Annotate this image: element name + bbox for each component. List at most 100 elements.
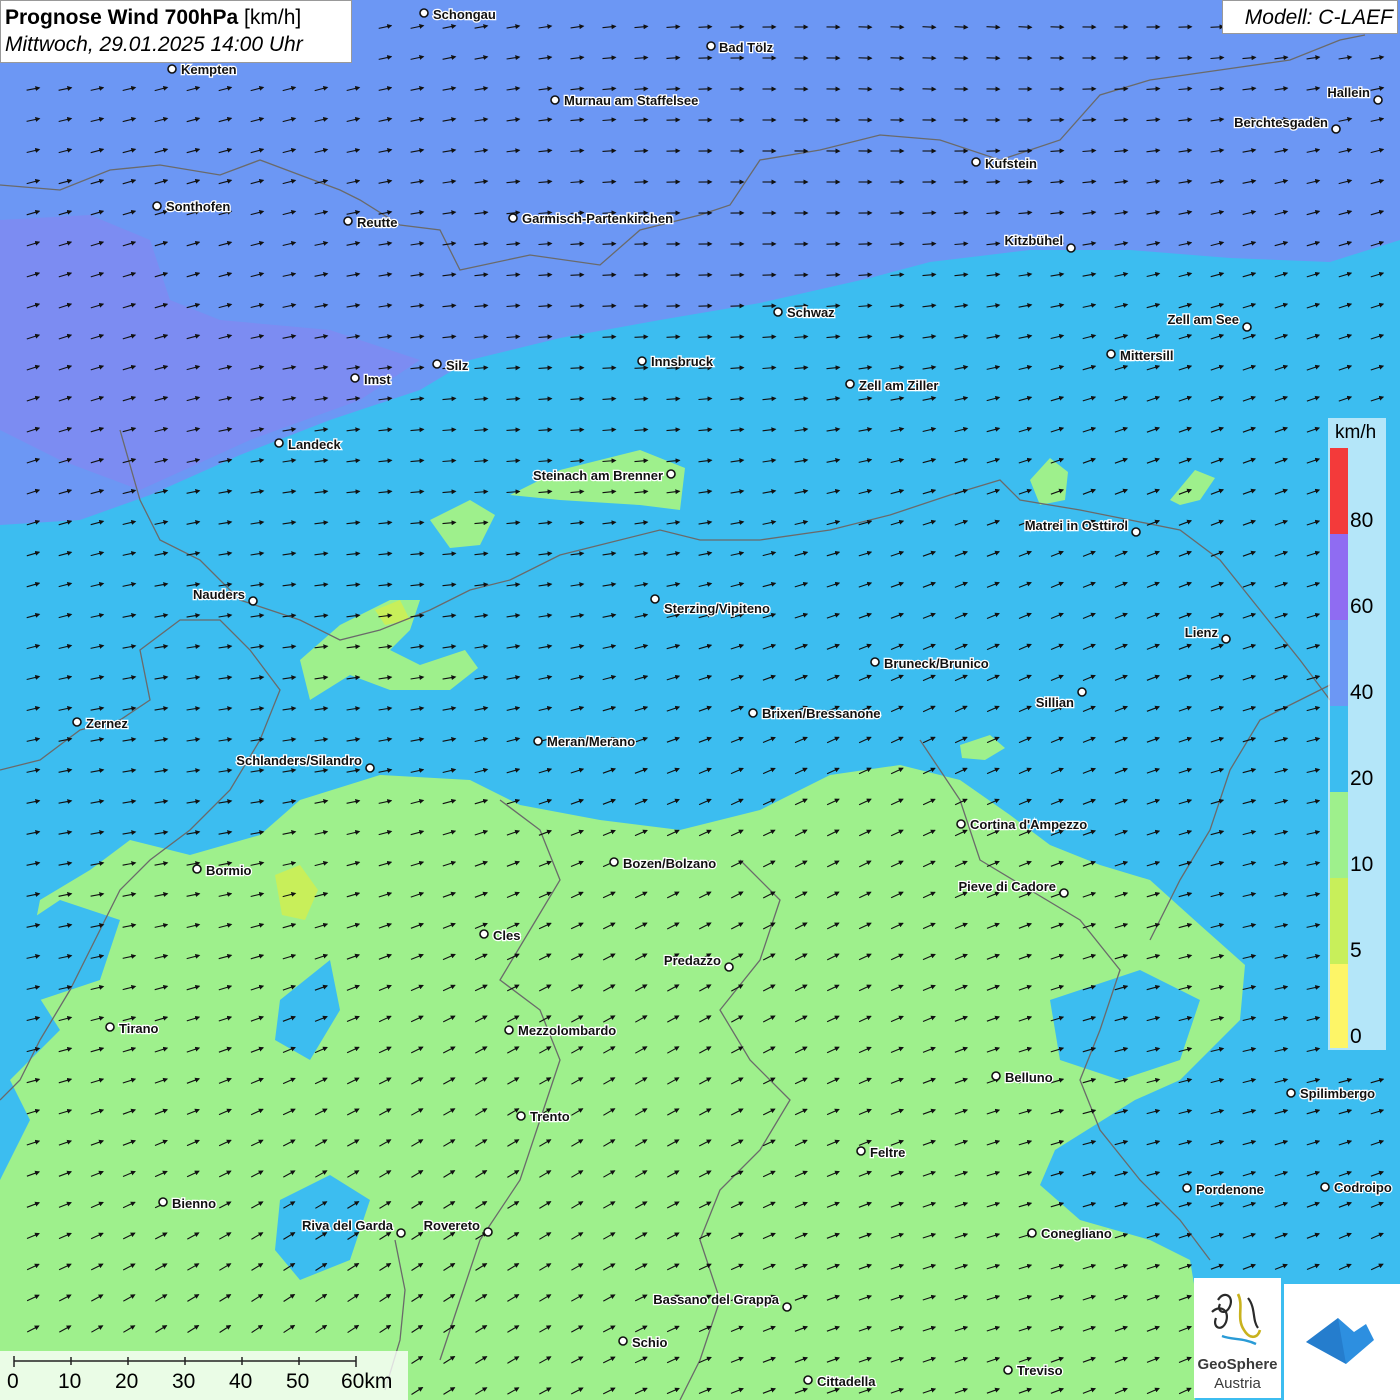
city-label: Tirano [119,1021,159,1036]
city-label: Bormio [206,863,252,878]
city-label: Pordenone [1196,1182,1264,1197]
city-label: Zernez [86,716,128,731]
city-label: Meran/Merano [547,734,635,749]
city-label: Kufstein [985,156,1037,171]
city-label: Mittersill [1120,348,1173,363]
city-label: Garmisch-Partenkirchen [522,211,673,226]
wind-arrow [570,272,585,278]
legend: km/h 80 60 40 20 10 5 0 [1328,418,1386,1050]
city-label: Berchtesgaden [1234,115,1328,130]
wind-arrow [1082,117,1097,123]
scale-label-60km: 60km [341,1370,393,1393]
city-label: Lienz [1185,625,1219,640]
wind-arrow [602,365,617,371]
legend-label-5: 5 [1350,939,1362,962]
city-marker-icon [152,201,162,211]
city-label: Rovereto [424,1218,480,1233]
city-marker-icon [396,1228,406,1238]
wind-arrow [1018,148,1033,154]
legend-class-40-60 [1330,620,1348,706]
legend-label-80: 80 [1350,509,1374,532]
city-marker-icon [105,1022,115,1032]
wind-arrow [634,148,649,154]
city-marker-icon [432,359,442,369]
legend-label-20: 20 [1350,767,1374,790]
scale-label-20: 20 [115,1370,139,1393]
city-marker-icon [1059,888,1069,898]
city-bozen-bolzano: Bozen/Bolzano [609,855,717,872]
scale-label-50: 50 [286,1370,310,1393]
city-label: Bad Tölz [719,40,774,55]
city-spilimbergo: Spilimbergo [1286,1085,1376,1102]
wind-arrow [634,179,649,185]
wind-arrow [890,241,905,247]
weather-app-logo[interactable] [1284,1284,1400,1400]
wind-arrow [570,334,585,340]
scale-label-30: 30 [172,1370,196,1393]
city-meran-merano: Meran/Merano [533,733,636,750]
legend-unit: km/h [1335,422,1377,443]
city-marker-icon [1131,527,1141,537]
city-label: Conegliano [1041,1226,1112,1241]
legend-class-80-100 [1330,448,1348,534]
map-title-unit: [km/h] [244,6,302,29]
wind-arrow [762,303,777,309]
wind-arrow [698,24,713,30]
city-marker-icon [1221,634,1231,644]
city-marker-icon [419,8,429,18]
legend-class-60-80 [1330,534,1348,620]
city-brixen-bressanone: Brixen/Bressanone [748,705,882,722]
scale-label-40: 40 [229,1370,253,1393]
city-marker-icon [516,1111,526,1121]
legend-class-5-10 [1330,878,1348,964]
city-marker-icon [1106,349,1116,359]
city-marker-icon [1077,687,1087,697]
city-marker-icon [508,213,518,223]
legend-label-60: 60 [1350,595,1374,618]
city-marker-icon [192,864,202,874]
city-label: Cles [493,928,520,943]
city-label: Feltre [870,1145,905,1160]
wind-arrow [954,24,969,30]
city-label: Silz [446,358,469,373]
model-label: Modell: C-LAEF [1222,0,1398,34]
legend-class-10-20 [1330,792,1348,878]
city-label: Zell am Ziller [859,378,938,393]
city-marker-icon [782,1302,792,1312]
city-label: Kempten [181,62,237,77]
wind-map[interactable]: Schongau Bad Tölz Kempten Murnau am Staffel… [0,0,1400,1400]
scale-label-10: 10 [58,1370,82,1393]
city-label: Bienno [172,1196,216,1211]
city-label: Schio [632,1335,667,1350]
wind-arrow [698,334,713,340]
legend-class-20-40 [1330,706,1348,792]
wind-arrow [730,334,745,340]
map-title-main: Prognose Wind 700hPa [5,6,239,29]
city-label: Steinach am Brenner [533,468,663,483]
city-marker-icon [365,763,375,773]
city-murnau-am-staffelsee: Murnau am Staffelsee [550,92,700,109]
scale-bar: 0 10 20 30 40 50 60km [0,1351,408,1400]
legend-label-0: 0 [1350,1025,1362,1048]
city-label: Innsbruck [651,354,714,369]
city-marker-icon [1373,95,1383,105]
city-marker-icon [803,1375,813,1385]
city-marker-icon [666,469,676,479]
geosphere-logo[interactable]: GeoSphere Austria [1194,1278,1281,1398]
city-marker-icon [533,736,543,746]
city-conegliano: Conegliano [1027,1225,1113,1242]
city-label: Bozen/Bolzano [623,856,716,871]
city-marker-icon [856,1146,866,1156]
title-box: Prognose Wind 700hPa [km/h] Mittwoch, 29… [0,0,352,63]
city-marker-icon [609,857,619,867]
geosphere-logo-sub: Austria [1214,1375,1261,1392]
city-marker-icon [650,594,660,604]
forecast-datetime: Mittwoch, 29.01.2025 14:00 Uhr [5,33,303,56]
city-marker-icon [72,717,82,727]
city-garmisch-partenkirchen: Garmisch-Partenkirchen [508,210,674,227]
wind-arrow [1114,86,1129,92]
map[interactable]: Schongau Bad Tölz Kempten Murnau am Staffel… [0,0,1400,1400]
city-marker-icon [956,819,966,829]
city-label: Cittadella [817,1374,876,1389]
city-marker-icon [1027,1228,1037,1238]
